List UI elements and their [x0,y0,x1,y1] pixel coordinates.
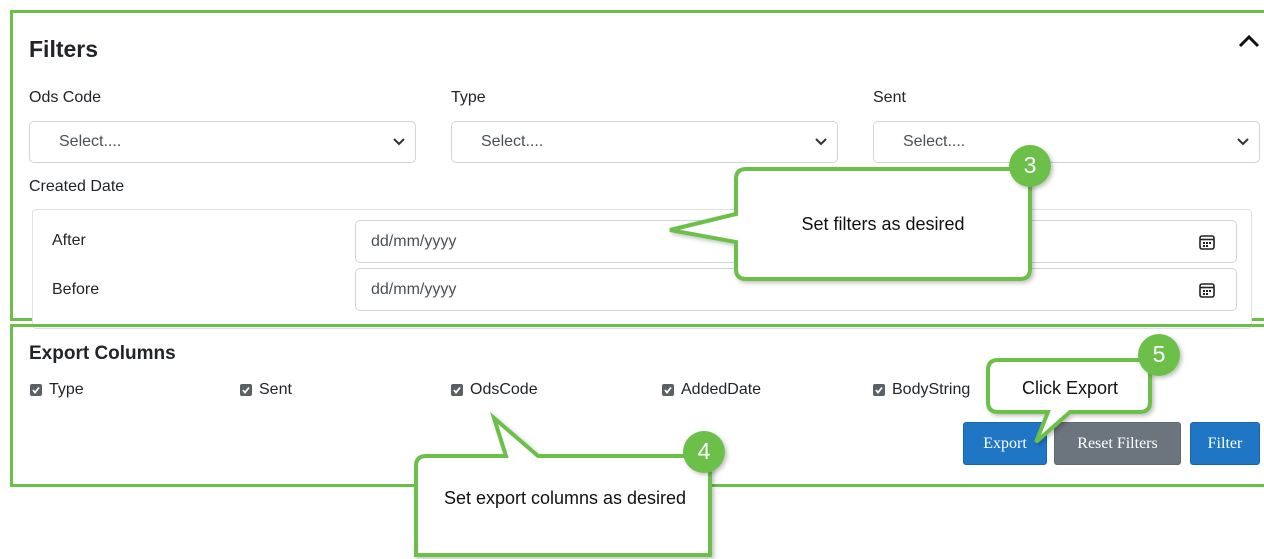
created-date-label: Created Date [29,178,125,195]
export-column-odscode[interactable]: OdsCode [451,381,538,399]
checkbox-checked-icon[interactable] [30,384,42,396]
checkbox-checked-icon[interactable] [873,384,885,396]
type-select[interactable]: Select.... [451,121,838,163]
checkbox-checked-icon[interactable] [451,384,463,396]
callout-4-number: 4 [697,438,711,464]
export-column-label: AddedDate [681,381,762,398]
checkbox-checked-icon[interactable] [662,384,674,396]
filters-title: Filters [29,36,99,62]
before-label: Before [52,281,100,298]
chevron-down-icon [815,138,827,146]
filter-button[interactable]: Filter [1190,422,1260,465]
sent-select[interactable]: Select.... [873,121,1260,163]
export-column-label: BodyString [892,381,971,398]
ods-code-select-value: Select.... [59,133,122,150]
export-button[interactable]: Export [963,422,1047,465]
callout-3-number: 3 [1023,152,1037,178]
export-column-addeddate[interactable]: AddedDate [662,381,761,399]
sent-label: Sent [873,89,906,106]
export-columns-title: Export Columns [29,343,176,364]
export-column-type[interactable]: Type [30,381,84,399]
ods-code-label: Ods Code [29,89,102,106]
callout-4-text: Set export columns as desired [443,488,687,508]
export-column-label: Type [49,381,84,398]
export-column-sent[interactable]: Sent [240,381,292,399]
chevron-up-icon[interactable] [1237,33,1261,49]
calendar-icon[interactable] [1198,281,1216,299]
reset-filters-button[interactable]: Reset Filters [1054,422,1181,465]
callout-5-text: Click Export [1021,378,1119,398]
before-date-input[interactable]: dd/mm/yyyy [355,268,1237,311]
export-column-bodystring[interactable]: BodyString [873,381,970,399]
after-date-placeholder: dd/mm/yyyy [371,233,457,250]
chevron-down-icon [393,138,405,146]
export-column-label: Sent [259,381,292,398]
sent-select-value: Select.... [903,133,966,150]
callout-3-text: Set filters as desired [801,214,965,234]
checkbox-checked-icon[interactable] [240,384,252,396]
chevron-down-icon [1237,138,1249,146]
before-date-placeholder: dd/mm/yyyy [371,281,457,298]
ods-code-select[interactable]: Select.... [29,121,416,163]
export-column-label: OdsCode [470,381,538,398]
type-select-value: Select.... [481,133,544,150]
calendar-icon[interactable] [1198,233,1216,251]
after-label: After [52,232,86,249]
type-label: Type [451,89,486,106]
callout-5-number: 5 [1152,341,1166,367]
